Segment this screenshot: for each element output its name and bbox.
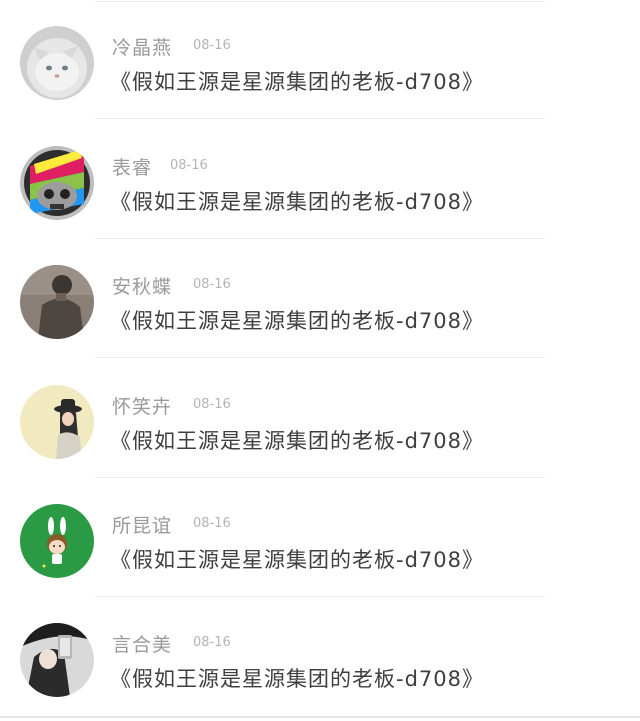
- cartoon-bunny-avatar[interactable]: [20, 504, 94, 578]
- comment-item[interactable]: 安秋蝶 08-16 《假如王源是星源集团的老板-d708》: [0, 239, 640, 358]
- comment-time: 08-16: [170, 158, 208, 173]
- comment-item[interactable]: 言合美 08-16 《假如王源是星源集团的老板-d708》: [0, 597, 640, 716]
- comment-time: 08-16: [193, 397, 231, 412]
- row-divider: [95, 118, 545, 119]
- commenter-name[interactable]: 表睿: [112, 153, 152, 180]
- comment-text: 《假如王源是星源集团的老板-d708》: [110, 548, 484, 572]
- comment-text: 《假如王源是星源集团的老板-d708》: [110, 429, 484, 453]
- cat-avatar[interactable]: [20, 26, 94, 100]
- comment-text: 《假如王源是星源集团的老板-d708》: [110, 190, 484, 214]
- comment-item[interactable]: 冷晶燕 08-16 《假如王源是星源集团的老板-d708》: [0, 0, 640, 119]
- comment-time: 08-16: [193, 277, 231, 292]
- comment-item[interactable]: 表睿 08-16 《假如王源是星源集团的老板-d708》: [0, 120, 640, 239]
- comment-time: 08-16: [193, 635, 231, 650]
- commenter-name[interactable]: 冷晶燕: [112, 33, 172, 60]
- commenter-name[interactable]: 怀笑卉: [112, 392, 172, 419]
- commenter-name[interactable]: 言合美: [112, 630, 172, 657]
- commenter-name[interactable]: 所昆谊: [112, 511, 172, 538]
- comment-time: 08-16: [193, 38, 231, 53]
- comment-time: 08-16: [193, 516, 231, 531]
- comment-text: 《假如王源是星源集团的老板-d708》: [110, 309, 484, 333]
- phone-selfie-avatar[interactable]: [20, 623, 94, 697]
- person-avatar[interactable]: [20, 265, 94, 339]
- comment-text: 《假如王源是星源集团的老板-d708》: [110, 667, 484, 691]
- row-divider: [95, 357, 545, 358]
- girl-hat-avatar[interactable]: [20, 385, 94, 459]
- comment-item[interactable]: 怀笑卉 08-16 《假如王源是星源集团的老板-d708》: [0, 359, 640, 478]
- comment-text: 《假如王源是星源集团的老板-d708》: [110, 70, 484, 94]
- bottom-divider: [0, 716, 640, 718]
- commenter-name[interactable]: 安秋蝶: [112, 272, 172, 299]
- comment-item[interactable]: 所昆谊 08-16 《假如王源是星源集团的老板-d708》: [0, 478, 640, 597]
- comment-list: 冷晶燕 08-16 《假如王源是星源集团的老板-d708》 表睿 08-16 《…: [0, 0, 640, 721]
- skull-avatar[interactable]: [20, 146, 94, 220]
